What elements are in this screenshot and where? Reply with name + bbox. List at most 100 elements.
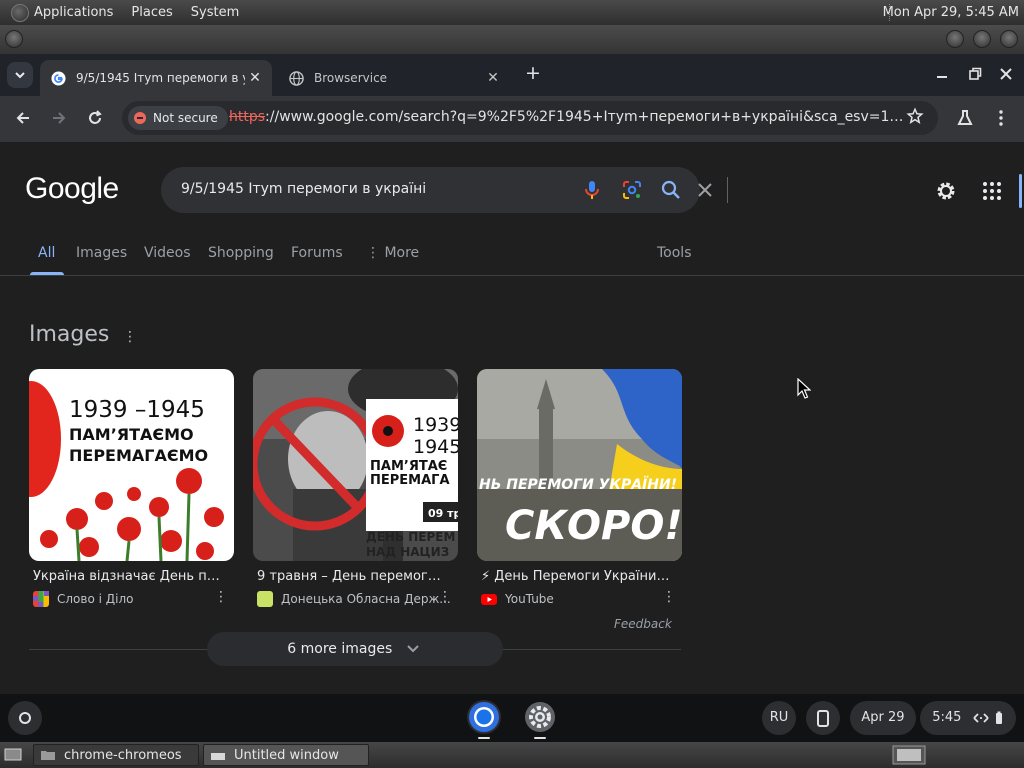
taskbar-item-chrome[interactable]: chrome-chromeos [33, 744, 199, 766]
url-text[interactable]: https://www.google.com/search?q=9%2F5%2F… [229, 109, 904, 125]
address-bar[interactable]: Not secure https://www.google.com/search… [122, 101, 938, 135]
clear-search-icon[interactable] [693, 178, 717, 202]
new-tab-button[interactable]: + [522, 63, 544, 85]
more-images-button[interactable]: 6 more images [207, 632, 503, 666]
search-divider [727, 177, 728, 203]
close-tab-icon[interactable]: ✕ [483, 70, 503, 86]
reload-button[interactable] [83, 106, 107, 130]
google-lens-icon[interactable] [620, 178, 644, 202]
image-source[interactable]: YouTube [477, 591, 682, 607]
image-thumbnail[interactable]: НЬ ПЕРЕМОГИ УКРАЇНИ! СКОРО! [477, 369, 682, 561]
image-caption[interactable]: 9 травня – День перемоги н... [253, 569, 449, 584]
image-caption[interactable]: Україна відзначає День пер... [29, 569, 225, 584]
show-desktop-icon[interactable] [3, 746, 25, 764]
image-thumbnail[interactable]: 1939 1945 ПАМ’ЯТАЄ ПЕРЕМАГА 09 тр ДЕНЬ П… [253, 369, 458, 561]
input-method-ru[interactable]: RU [762, 701, 796, 735]
tab-images[interactable]: Images [76, 245, 127, 261]
window-menu-icon[interactable] [5, 30, 23, 48]
back-button[interactable] [11, 106, 35, 130]
image-source[interactable]: Слово і Діло [29, 591, 234, 607]
close-window-icon[interactable] [1000, 30, 1018, 48]
browser-menu-icon[interactable] [989, 106, 1013, 130]
active-tab-underline [30, 272, 64, 275]
settings-running-indicator [534, 737, 546, 739]
microphone-icon[interactable] [580, 178, 604, 202]
google-favicon-icon [51, 70, 66, 86]
result-menu-icon[interactable]: ⋮ [438, 590, 452, 604]
tab-more-label: More [384, 245, 420, 261]
panel-clock[interactable]: Mon Apr 29, 5:45 AM [883, 5, 1019, 20]
folder-icon [41, 751, 55, 760]
tab-shopping[interactable]: Shopping [208, 245, 274, 261]
images-heading: Images [29, 322, 110, 347]
url-rest: ://www.google.com/search?q=9%2F5%2F1945+… [265, 109, 904, 125]
taskbar-item-untitled[interactable]: Untitled window [203, 744, 369, 766]
thumb-year1-text: 1939 [413, 414, 458, 436]
google-logo[interactable]: Google [25, 172, 119, 206]
globe-icon [289, 70, 304, 86]
labs-flask-icon[interactable] [953, 106, 977, 130]
tab-browservice[interactable]: Browservice ✕ [278, 60, 510, 96]
system-tray[interactable]: 5:45 [920, 701, 1016, 735]
image-result-card[interactable]: 1939 1945 ПАМ’ЯТАЄ ПЕРЕМАГА 09 тр ДЕНЬ П… [253, 369, 458, 607]
chevron-down-icon [15, 72, 25, 79]
image-caption[interactable]: ⚡ День Перемоги України та... [477, 569, 673, 584]
tab-search-button[interactable] [7, 62, 33, 88]
tab-strip: 9/5/1945 Ітym перемоги в украї ✕ Browser… [0, 54, 1024, 96]
applications-menu[interactable]: Applications [34, 5, 113, 20]
minimize-window-icon[interactable] [946, 30, 964, 48]
thumb-line1-text: ПАМ’ЯТАЄМО [69, 425, 194, 444]
window-titlebar[interactable] [0, 25, 1024, 54]
image-result-card[interactable]: НЬ ПЕРЕМОГИ УКРАЇНИ! СКОРО! ⚡ День Перем… [477, 369, 682, 607]
workspace-switcher-icon[interactable] [892, 745, 926, 765]
tab-all[interactable]: All [38, 245, 55, 261]
search-icon[interactable] [659, 178, 683, 202]
forward-button[interactable] [47, 106, 71, 130]
taskbar-item-label: Untitled window [234, 747, 339, 763]
minimize-icon[interactable] [931, 63, 953, 85]
system-menu[interactable]: System [191, 5, 239, 20]
thumb-line1-text: НЬ ПЕРЕМОГИ УКРАЇНИ! [479, 476, 677, 493]
tab-more[interactable]: ⋮ More [366, 245, 419, 261]
restore-icon[interactable] [964, 63, 986, 85]
chrome-app-icon[interactable] [467, 700, 501, 734]
slovo-i-dilo-favicon-icon [33, 591, 49, 607]
result-menu-icon[interactable]: ⋮ [662, 590, 676, 604]
image-thumbnail[interactable]: 1939 –1945 ПАМ’ЯТАЄМО ПЕРЕМАГАЄМО [29, 369, 234, 561]
bookmark-star-icon[interactable] [906, 107, 924, 130]
launcher-button[interactable] [8, 701, 42, 735]
images-section-menu-icon[interactable]: ⋮ [123, 330, 137, 344]
phone-hub-icon[interactable] [806, 701, 840, 735]
maximize-window-icon[interactable] [973, 30, 991, 48]
tab-videos[interactable]: Videos [144, 245, 191, 261]
image-source[interactable]: Донецька Обласна Держ... [253, 591, 458, 607]
search-input[interactable]: 9/5/1945 Ітym перемоги в україні [181, 181, 426, 197]
tab-forums[interactable]: Forums [291, 245, 343, 261]
feedback-link[interactable]: Feedback [614, 617, 672, 631]
youtube-icon [481, 591, 497, 607]
result-menu-icon[interactable]: ⋮ [214, 590, 228, 604]
browser-toolbar: Not secure https://www.google.com/search… [0, 96, 1024, 142]
battery-icon [995, 711, 1002, 724]
tab-google-search[interactable]: 9/5/1945 Ітym перемоги в украї ✕ [40, 60, 272, 96]
taskbar-item-label: chrome-chromeos [64, 747, 182, 763]
google-apps-icon[interactable] [983, 182, 1001, 200]
close-window-icon[interactable] [995, 63, 1017, 85]
chromeos-shelf: RU Apr 29 5:45 [0, 694, 1024, 742]
thumb-line2-text: СКОРО! [505, 503, 682, 549]
close-tab-icon[interactable]: ✕ [245, 70, 265, 86]
search-box[interactable]: 9/5/1945 Ітym перемоги в україні [161, 167, 728, 213]
tools-button[interactable]: Tools [657, 245, 692, 261]
thumb-bottom2-text: НАД НАЦИЗ [366, 545, 449, 559]
places-menu[interactable]: Places [131, 5, 172, 20]
more-images-label: 6 more images [287, 641, 393, 657]
gnome-foot-icon[interactable] [11, 3, 29, 22]
url-scheme: https [229, 109, 266, 125]
site-security-chip[interactable]: Not secure [128, 106, 228, 130]
gnome-bottom-panel: chrome-chromeos Untitled window [0, 742, 1024, 768]
settings-app-icon[interactable] [523, 700, 557, 734]
settings-gear-icon[interactable] [934, 179, 958, 203]
image-result-card[interactable]: 1939 –1945 ПАМ’ЯТАЄМО ПЕРЕМАГАЄМО Україн… [29, 369, 234, 607]
image-source-name: YouTube [505, 592, 554, 606]
calendar-date[interactable]: Apr 29 [850, 701, 916, 735]
